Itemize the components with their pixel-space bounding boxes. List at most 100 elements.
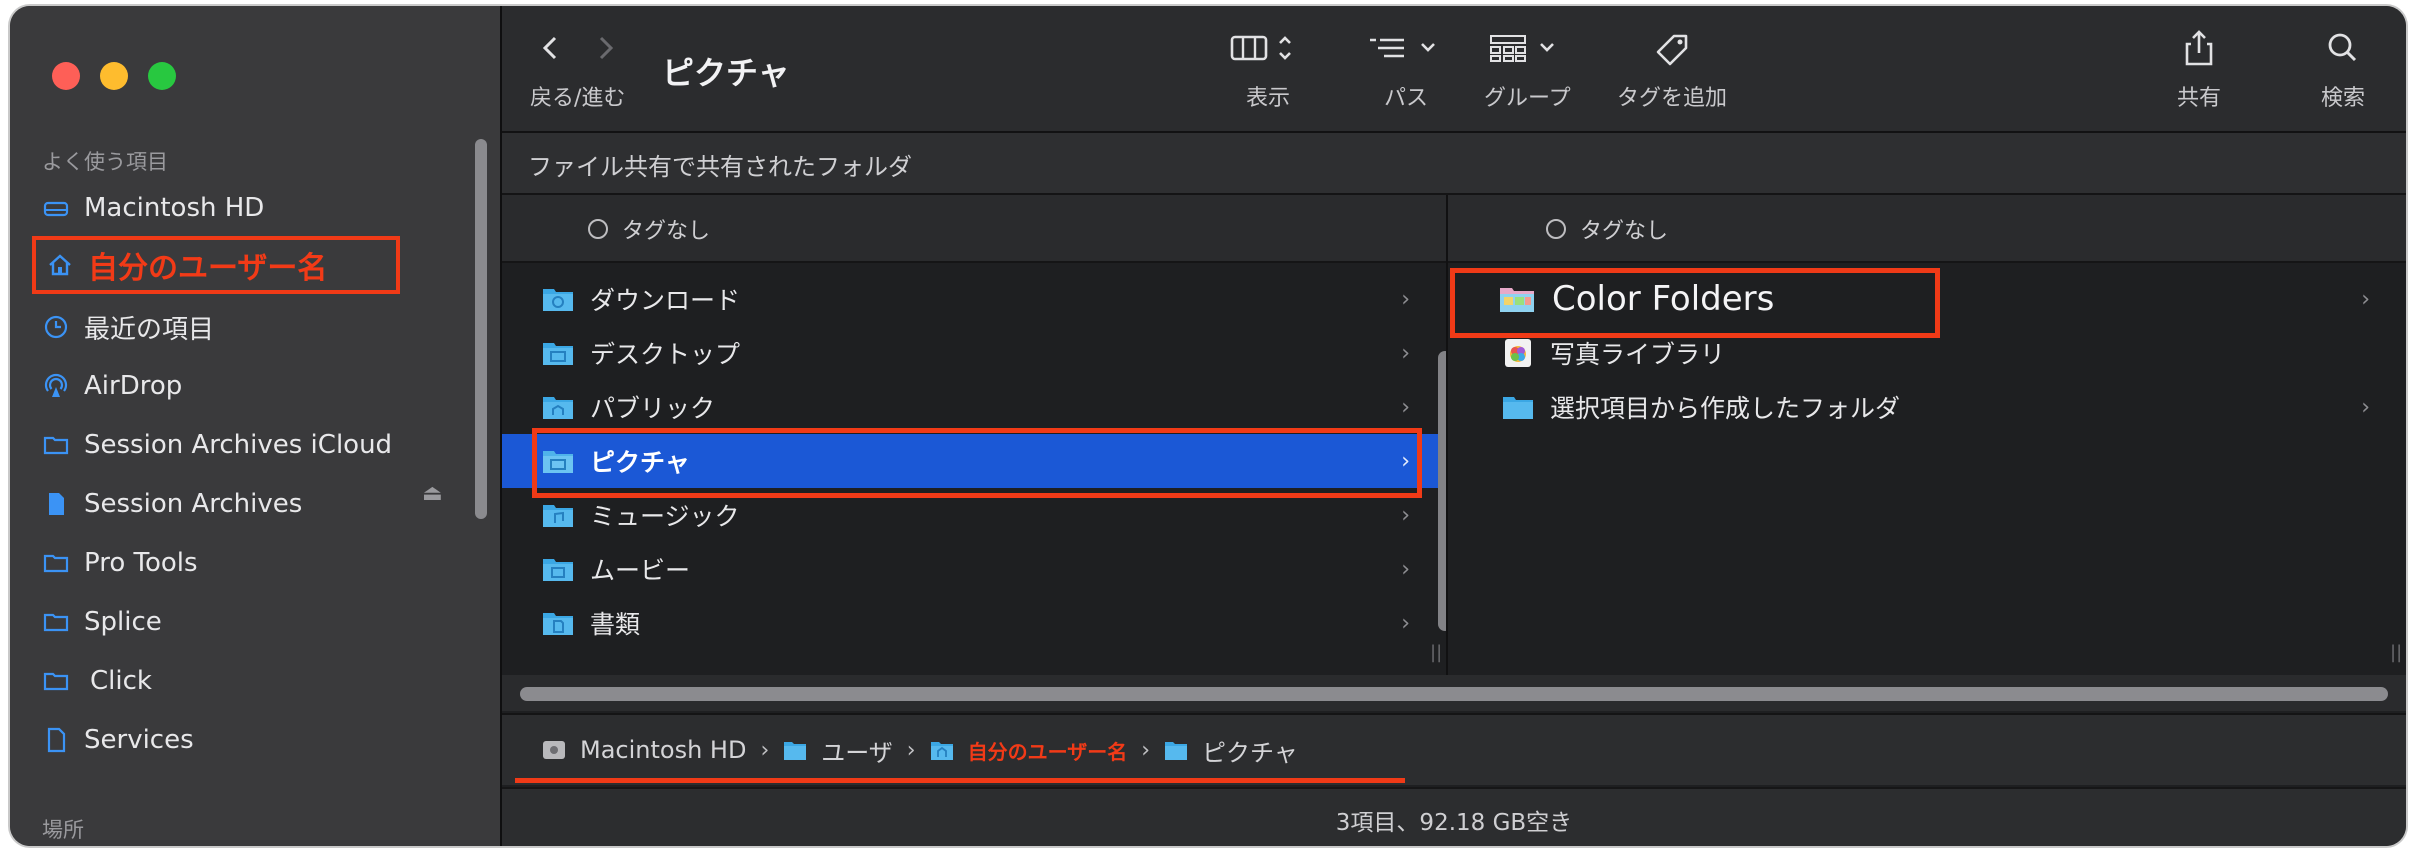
sidebar-section-locations: 場所 (42, 818, 84, 842)
share-icon (2185, 30, 2213, 66)
search-icon (2328, 33, 2357, 62)
group-label: グループ (1484, 86, 1571, 111)
sidebar-item-label: Services (84, 725, 194, 755)
sidebar-item-splice[interactable]: Splice (42, 599, 162, 645)
sidebar-section-favorites: よく使う項目 (42, 150, 168, 174)
home-folder-icon (930, 742, 953, 760)
path-item-label: 自分のユーザー名 (967, 739, 1128, 764)
group-button[interactable]: グループ (1484, 28, 1571, 112)
music-folder-icon (543, 505, 573, 527)
chevron-right-icon: › (1401, 286, 1410, 312)
sidebar-item-label: AirDrop (84, 371, 183, 401)
finder-window: よく使う項目 Macintosh HD 自分のユーザー名 最近の項目 AirDr… (10, 6, 2406, 846)
pictures-folder-icon (1165, 742, 1188, 760)
path-item-label: ユーザ (821, 738, 893, 767)
list-item-label: パブリック (590, 394, 716, 423)
tag-circle-icon (588, 219, 608, 239)
tag-header-label: タグなし (622, 219, 711, 244)
horizontal-scrollbar[interactable] (520, 687, 2388, 701)
sidebar-item-label: 自分のユーザー名 (88, 251, 328, 286)
clock-icon (42, 313, 70, 341)
browser-column-2: タグなし Color Folders › 写真ライブラリ 選択項目から作成したフ… (1448, 195, 2406, 675)
list-item-label: 写真ライブラリ (1550, 340, 1726, 369)
zoom-window-button[interactable] (148, 62, 176, 90)
list-item-new-folder[interactable]: 選択項目から作成したフォルダ › (1448, 380, 2406, 434)
sidebar-item-label: Session Archives iCloud (84, 430, 393, 460)
eject-icon[interactable]: ⏏ (422, 481, 443, 506)
sidebar-item-airdrop[interactable]: AirDrop (42, 363, 182, 409)
path-highlight-underline (515, 778, 1405, 783)
search-button[interactable]: 検索 (2318, 28, 2368, 112)
path-item-users[interactable]: ユーザ (783, 733, 893, 768)
chevron-right-icon: › (1401, 340, 1410, 366)
sidebar-item-label: Splice (84, 607, 162, 637)
list-item-public[interactable]: パブリック › (502, 380, 1446, 434)
sidebar: よく使う項目 Macintosh HD 自分のユーザー名 最近の項目 AirDr… (10, 6, 500, 846)
shared-folder-bar: ファイル共有で共有されたフォルダ (502, 133, 2406, 195)
users-folder-icon (784, 742, 807, 760)
window-title: ピクチャ (662, 54, 790, 92)
path-item-pictures[interactable]: ピクチャ (1164, 733, 1298, 768)
list-item-label: 選択項目から作成したフォルダ (1550, 394, 1901, 423)
document-icon (42, 726, 70, 754)
view-label: 表示 (1245, 86, 1290, 111)
list-item-label: ムービー (590, 556, 691, 585)
sidebar-item-session-archives-icloud[interactable]: Session Archives iCloud (42, 422, 392, 468)
drive-icon (42, 194, 70, 222)
chevron-right-icon: › (1401, 502, 1410, 528)
path-item-label: ピクチャ (1202, 738, 1298, 767)
sidebar-item-services[interactable]: Services (42, 717, 194, 763)
back-forward-button[interactable]: 戻る/進む (530, 28, 625, 112)
sidebar-item-macintosh-hd[interactable]: Macintosh HD (42, 185, 264, 231)
list-item-label: ミュージック (590, 502, 740, 531)
share-button[interactable]: 共有 (2174, 28, 2224, 112)
document-icon (42, 490, 70, 518)
status-bar: 3項目、92.18 GB空き (502, 787, 2406, 846)
sidebar-item-session-archives[interactable]: Session Archives ⏏ (42, 481, 443, 527)
path-label: パス (1383, 86, 1428, 111)
view-button[interactable]: 表示 (1228, 28, 1308, 112)
column-tag-header: タグなし (1448, 195, 2406, 263)
home-icon (46, 251, 74, 279)
list-item-documents[interactable]: 書類 › (502, 596, 1446, 650)
tag-circle-icon (1546, 219, 1566, 239)
add-tag-button[interactable]: タグを追加 (1612, 28, 1732, 112)
tag-header-label: タグなし (1580, 219, 1669, 244)
list-item-label: デスクトップ (590, 340, 741, 369)
close-window-button[interactable] (52, 62, 80, 90)
column-resize-grip-1[interactable]: || (1430, 642, 1442, 663)
downloads-folder-icon (543, 289, 573, 311)
list-item-label: 書類 (590, 610, 641, 639)
minimize-window-button[interactable] (100, 62, 128, 90)
sidebar-item-click[interactable]: Click (42, 658, 152, 704)
add-tag-label: タグを追加 (1616, 86, 1727, 111)
chevron-right-icon: › (1401, 610, 1410, 636)
sidebar-scrollbar[interactable] (475, 139, 487, 519)
chevron-right-icon: › (2361, 394, 2370, 420)
list-item-desktop[interactable]: デスクトップ › (502, 326, 1446, 380)
movies-folder-icon (543, 559, 573, 581)
folder-icon (42, 667, 70, 695)
list-item-downloads[interactable]: ダウンロード › (502, 272, 1446, 326)
sidebar-item-home[interactable]: 自分のユーザー名 (32, 236, 400, 294)
shared-folder-label: ファイル共有で共有されたフォルダ (528, 153, 912, 181)
folder-icon (42, 431, 70, 459)
sidebar-item-pro-tools[interactable]: Pro Tools (42, 540, 198, 586)
documents-folder-icon (543, 613, 573, 635)
share-label: 共有 (2176, 86, 2221, 111)
path-item-macintosh-hd[interactable]: Macintosh HD (542, 736, 746, 764)
path-item-label: Macintosh HD (580, 736, 747, 764)
tag-icon (1656, 34, 1688, 66)
sidebar-item-label: Click (90, 666, 152, 696)
list-item-label: ダウンロード (590, 286, 741, 315)
chevron-right-icon: › (1401, 556, 1410, 582)
sidebar-item-label: Macintosh HD (84, 193, 265, 223)
sidebar-item-recents[interactable]: 最近の項目 (42, 304, 214, 350)
highlight-box-pictures (532, 428, 1422, 498)
path-separator: › (906, 737, 916, 763)
group-grid-icon (1490, 35, 1555, 62)
column-resize-grip-2[interactable]: || (2390, 642, 2402, 663)
list-item-movies[interactable]: ムービー › (502, 542, 1446, 596)
path-button[interactable]: パス (1364, 28, 1448, 112)
path-item-home[interactable]: 自分のユーザー名 (930, 736, 1128, 765)
